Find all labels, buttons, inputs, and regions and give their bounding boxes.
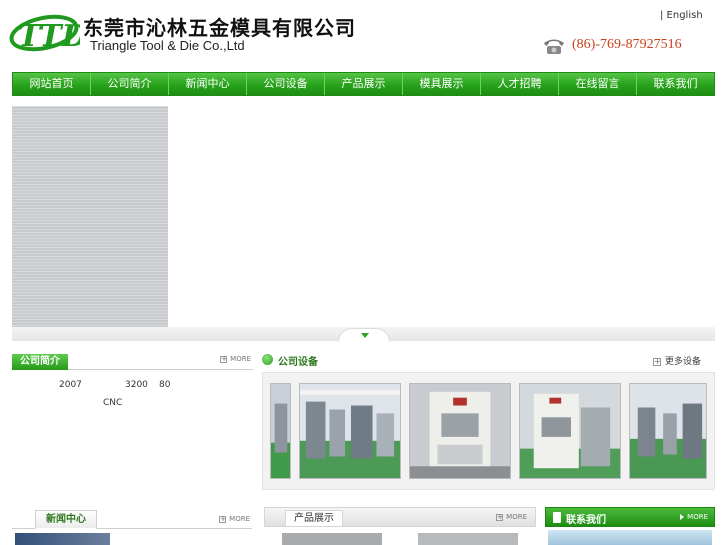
chevron-down-icon[interactable] [361,333,369,338]
about-title[interactable]: 公司简介 [12,354,68,370]
nav-news[interactable]: 新闻中心 [169,73,247,95]
about-area: 3200 [125,380,148,390]
nav-molds[interactable]: 模具展示 [403,73,481,95]
nav-about[interactable]: 公司简介 [91,73,169,95]
news-thumbnail[interactable] [15,533,110,545]
green-bullet-icon [262,354,273,365]
nav-home[interactable]: 网站首页 [13,73,91,95]
nav-equipment[interactable]: 公司设备 [247,73,325,95]
about-year: 2007 [59,380,82,390]
equipment-photo[interactable] [629,383,707,479]
products-more-label: MORE [506,513,527,521]
nav-products[interactable]: 产品展示 [325,73,403,95]
company-name-cn: 东莞市沁林五金模具有限公司 [83,16,356,40]
phone-number: (86)-769-87927516 [572,37,682,52]
plus-icon: + [652,356,661,366]
arrow-right-icon [680,514,685,520]
banner [12,106,715,327]
equipment-gallery [262,372,715,490]
about-more-label: MORE [230,355,251,363]
news-header: 新闻中心 + MORE [12,509,252,529]
plus-icon: + [220,354,228,363]
contact-header: 联系我们 MORE [545,507,715,527]
equipment-photo[interactable] [270,383,291,479]
equipment-photo[interactable] [299,383,401,479]
telephone-icon [544,39,564,54]
equipment-more-label: 更多设备 [664,357,701,367]
contact-image [548,530,712,545]
product-thumbnail[interactable] [418,533,518,545]
equipment-more-link[interactable]: + 更多设备 [652,354,701,367]
contact-more-label: MORE [687,513,708,521]
plus-icon: + [496,512,504,521]
equipment-title[interactable]: 公司设备 [278,353,318,368]
news-more-link[interactable]: + MORE [219,515,250,523]
contact-more-link[interactable]: MORE [680,513,708,521]
nav-message[interactable]: 在线留言 [559,73,637,95]
about-cnc: CNC [103,398,123,408]
page: TTD 东莞市沁林五金模具有限公司 Triangle Tool & Die Co… [0,0,727,545]
nav-contact[interactable]: 联系我们 [637,73,714,95]
company-name-en: Triangle Tool & Die Co.,Ltd [90,38,245,53]
news-title[interactable]: 新闻中心 [35,510,97,529]
plus-icon: + [219,514,227,523]
news-more-label: MORE [229,515,250,523]
product-thumbnail[interactable] [282,533,382,545]
equipment-photo[interactable] [519,383,621,479]
about-header: 公司简介 + MORE [12,352,253,370]
english-link[interactable]: | English [660,10,703,21]
company-logo[interactable]: TTD [8,6,80,58]
main-nav: 网站首页 公司简介 新闻中心 公司设备 产品展示 模具展示 人才招聘 在线留言 … [12,72,715,96]
equipment-photo[interactable] [409,383,511,479]
products-more-link[interactable]: + MORE [496,513,527,521]
about-more-link[interactable]: + MORE [220,355,251,363]
contact-title[interactable]: 联系我们 [566,511,606,526]
phone-icon [553,512,561,523]
nav-careers[interactable]: 人才招聘 [481,73,559,95]
equipment-header: 公司设备 + 更多设备 [262,352,715,370]
products-header: 产品展示 + MORE [264,507,536,527]
about-count: 80 [159,380,171,390]
products-title[interactable]: 产品展示 [285,510,343,526]
svg-text:TTD: TTD [18,19,80,54]
banner-image-placeholder [12,106,168,327]
